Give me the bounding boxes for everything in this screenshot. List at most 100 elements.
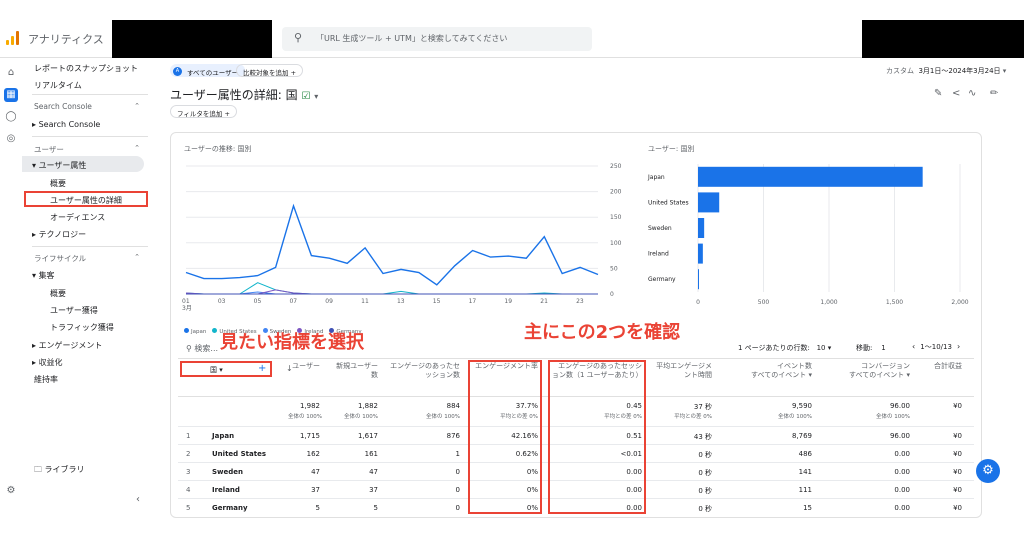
search-icon: ⚲	[294, 31, 303, 44]
date-range-picker[interactable]: カスタム 3月1日～2024年3月24日 ▾	[886, 66, 1006, 76]
collapse-chevron-icon[interactable]: ⌃	[134, 253, 140, 261]
settings-gear-icon[interactable]: ⚙	[4, 484, 18, 498]
column-header[interactable]: イベント数 すべてのイベント ▾	[720, 362, 812, 380]
page-title: ユーザー属性の詳細: 国 ☑ ▾	[170, 86, 318, 103]
annotation-left: 見たい指標を選択	[220, 332, 364, 353]
date-custom-label: カスタム	[886, 67, 914, 75]
y-tick-label: 200	[610, 189, 622, 196]
nav-retention[interactable]: 維持率	[34, 374, 58, 385]
row-value: 0.00	[894, 504, 910, 512]
y-tick-label: 0	[610, 291, 614, 298]
nav-user-attr-detail[interactable]: ユーザー属性の詳細	[50, 195, 122, 206]
row-country: Ireland	[212, 486, 240, 494]
row-value: 0 秒	[698, 487, 712, 495]
home-icon[interactable]: ⌂	[4, 66, 18, 80]
add-filter-button[interactable]: フィルタを追加 +	[170, 105, 237, 118]
x-tick-label: 09	[325, 298, 333, 305]
nav-acquisition[interactable]: ▾ 集客	[32, 270, 55, 281]
reports-icon[interactable]: ▦	[4, 88, 18, 102]
collapse-chevron-icon[interactable]: ⌃	[134, 144, 140, 152]
prev-page-chevron-icon[interactable]: ‹	[912, 342, 915, 351]
insights-icon[interactable]: ∿	[968, 88, 976, 99]
explore-icon[interactable]: ◯	[4, 110, 18, 124]
bar-category-label: Germany	[648, 276, 676, 283]
total-subtext: 全体の 100%	[344, 414, 378, 420]
total-subtext: 全体の 100%	[876, 414, 910, 420]
analytics-logo-icon	[6, 31, 20, 45]
row-country: Germany	[212, 504, 248, 512]
add-filter-label: フィルタを追加	[177, 110, 223, 118]
nav-engagement-label: エンゲージメント	[38, 341, 103, 350]
segment-label: すべてのユーザー	[187, 69, 239, 77]
highlight-box-dimension	[180, 361, 272, 377]
x-tick-label: 1,000	[820, 299, 837, 306]
nav-search-console[interactable]: ▸ Search Console	[32, 120, 100, 129]
nav-user-attr[interactable]: ▾ ユーザー属性	[32, 160, 86, 171]
nav-section-search-console[interactable]: Search Console	[34, 102, 92, 111]
nav-realtime[interactable]: リアルタイム	[34, 80, 82, 91]
nav-acq-overview[interactable]: 概要	[50, 288, 66, 299]
table-search-icon: ⚲	[186, 344, 192, 353]
y-tick-label: 250	[610, 163, 622, 170]
row-value: 1,715	[299, 432, 320, 440]
row-value: 37	[369, 486, 378, 494]
goto-value: 1	[881, 344, 886, 352]
column-header[interactable]: コンバージョン すべてのイベント ▾	[822, 362, 910, 380]
nav-library[interactable]: 🗀 ライブラリ	[34, 464, 85, 478]
bar-category-label: Japan	[647, 174, 665, 181]
nav-section-user[interactable]: ユーザー	[34, 144, 64, 155]
x-tick-label: 17	[469, 298, 477, 305]
nav-user-acquisition[interactable]: ユーザー獲得	[50, 305, 98, 316]
title-dropdown-icon[interactable]: ▾	[314, 92, 318, 101]
y-tick-label: 150	[610, 214, 622, 221]
row-value: 43 秒	[693, 433, 712, 441]
add-compare-button[interactable]: 比較対象を追加 +	[236, 64, 304, 77]
nav-monetization[interactable]: ▸ 収益化	[32, 357, 63, 368]
row-value: 0	[455, 468, 460, 476]
row-value: 37	[311, 486, 320, 494]
nav-engagement[interactable]: ▸ エンゲージメント	[32, 340, 102, 351]
nav-traffic-acquisition[interactable]: トラフィック獲得	[50, 322, 114, 333]
nav-overview[interactable]: 概要	[50, 178, 66, 189]
advertising-icon[interactable]: ◎	[4, 132, 18, 146]
customize-pencil-icon[interactable]: ✏	[990, 88, 998, 99]
row-value: 0	[455, 486, 460, 494]
total-subtext: 平均との差 0%	[674, 414, 712, 420]
nav-technology[interactable]: ▸ テクノロジー	[32, 229, 86, 240]
row-index: 3	[186, 468, 191, 476]
line-chart: 250 200 150 100 50 0 013月 03 05 07 09 11 13 15 17 19 21 2…	[182, 163, 622, 312]
column-header[interactable]: 合計収益	[918, 362, 962, 371]
add-compare-label: 比較対象を追加	[243, 69, 289, 77]
share-icon[interactable]: <	[952, 88, 960, 99]
row-value: ¥0	[953, 504, 962, 512]
column-header[interactable]: エンゲージのあったセッション数	[388, 362, 460, 380]
settings-fab-gear-icon[interactable]: ⚙	[976, 459, 1000, 483]
row-country: United States	[212, 450, 266, 458]
edit-report-icon[interactable]: ✎	[934, 88, 942, 99]
next-page-chevron-icon[interactable]: ›	[957, 342, 960, 351]
x-tick-label: 2,000	[951, 299, 968, 306]
rows-per-page-control[interactable]: 1 ページあたりの行数: 10 ▾	[738, 343, 831, 353]
row-value: 0 秒	[698, 451, 712, 459]
page-title-text: ユーザー属性の詳細: 国	[170, 88, 298, 102]
column-header[interactable]: 新規ユーザー数	[334, 362, 378, 380]
nav-acquisition-label: 集客	[38, 271, 55, 280]
total-value: 9,590	[791, 402, 812, 410]
x-tick-label: 21	[540, 298, 548, 305]
line-chart-title: ユーザーの推移: 国別	[184, 145, 252, 153]
search-bar[interactable]: ⚲ 「URL 生成ツール + UTM」と検索してみてください	[282, 27, 592, 51]
goto-page-control[interactable]: 移動: 1	[856, 343, 886, 353]
nav-section-lifecycle[interactable]: ライフサイクル	[34, 253, 86, 264]
column-header[interactable]: ユーザー	[288, 362, 320, 371]
legend-dot	[184, 328, 189, 333]
row-value: 15	[803, 504, 812, 512]
table-search[interactable]: ⚲ 検索...	[186, 343, 218, 354]
collapse-nav-chevron-icon[interactable]: ‹	[136, 494, 140, 505]
collapse-chevron-icon[interactable]: ⌃	[134, 102, 140, 110]
nav-snapshot[interactable]: レポートのスナップショット	[34, 63, 138, 74]
segment-chip-all-users[interactable]: A すべてのユーザー	[170, 64, 246, 77]
row-value: 1	[455, 450, 460, 458]
column-header[interactable]: 平均エンゲージメント時間	[656, 362, 712, 380]
x-tick-label: 11	[361, 298, 369, 305]
nav-audience[interactable]: オーディエンス	[50, 212, 105, 223]
